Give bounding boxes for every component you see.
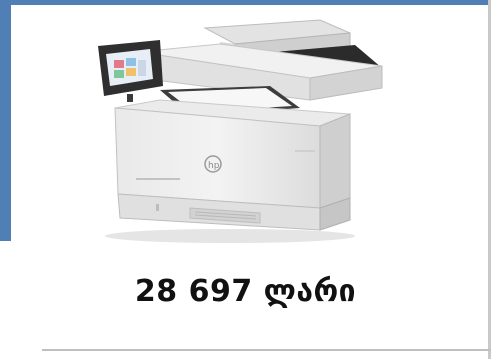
price-label: 28 697 ლარი [134, 274, 357, 309]
left-accent-panel [0, 0, 11, 241]
printer-icon[interactable]: hp [20, 8, 480, 244]
divider [42, 349, 491, 351]
svg-text:hp: hp [208, 161, 220, 171]
top-accent-bar [0, 0, 491, 5]
product-card: hp 28 697 ლარი [0, 0, 491, 359]
